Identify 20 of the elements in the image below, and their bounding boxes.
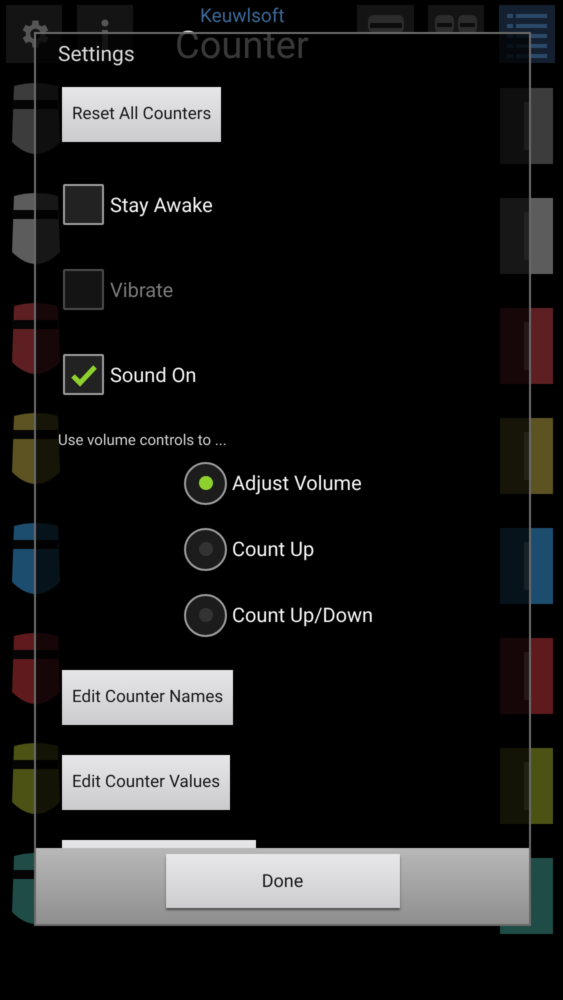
checkbox-label: Stay Awake [110,192,213,218]
radio-button[interactable] [184,594,227,636]
radio-label: Count Up [232,536,314,563]
checkbox[interactable] [63,184,104,225]
settings-button[interactable]: Reset All Counters [62,87,222,142]
checkbox-label: Sound On [110,362,196,388]
radio-button[interactable] [184,528,227,570]
dialog-title: Settings [58,42,135,69]
check-icon [70,362,98,386]
single-clicker-tile[interactable] [357,5,414,33]
settings-button[interactable]: Edit Counter Names [62,670,234,725]
section-caption: Use volume controls to ... [58,430,227,450]
checkbox[interactable] [63,354,104,395]
done-button[interactable]: Done [166,854,400,908]
radio-label: Adjust Volume [232,470,362,497]
radio-button[interactable] [184,462,227,504]
settings-button[interactable]: Edit Counter Values [62,755,230,810]
double-clicker-tile[interactable] [428,5,484,33]
radio-label: Count Up/Down [232,602,374,629]
checkbox-label: Vibrate [110,276,174,304]
